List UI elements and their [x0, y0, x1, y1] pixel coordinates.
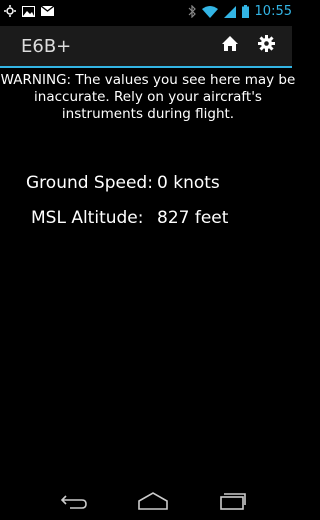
bluetooth-icon [188, 5, 196, 18]
recent-apps-icon[interactable] [220, 492, 246, 510]
home-icon[interactable] [222, 36, 238, 51]
msl-altitude-label: MSL Altitude: [31, 208, 144, 228]
battery-icon [241, 5, 249, 18]
home-button-icon[interactable] [138, 492, 168, 510]
mail-icon [41, 6, 54, 16]
warning-message: WARNING: The values you see here may be … [0, 72, 296, 122]
clock: 10:55 [254, 4, 292, 19]
main-content: WARNING: The values you see here may be … [0, 68, 295, 486]
ground-speed-value: 0 knots [157, 173, 220, 193]
ground-speed-label: Ground Speed: [26, 173, 153, 193]
signal-icon [223, 5, 236, 18]
system-icons: 10:55 [188, 4, 292, 19]
msl-altitude-value: 827 feet [157, 208, 229, 228]
location-icon [4, 5, 16, 17]
gear-icon[interactable] [258, 35, 275, 52]
navigation-bar [0, 486, 292, 520]
status-bar: 10:55 [0, 0, 292, 26]
back-icon[interactable] [60, 492, 88, 510]
action-bar: E6B+ [0, 26, 292, 68]
wifi-icon [201, 5, 218, 18]
notification-icons [4, 5, 54, 17]
image-icon [22, 5, 35, 17]
app-title: E6B+ [21, 36, 72, 57]
